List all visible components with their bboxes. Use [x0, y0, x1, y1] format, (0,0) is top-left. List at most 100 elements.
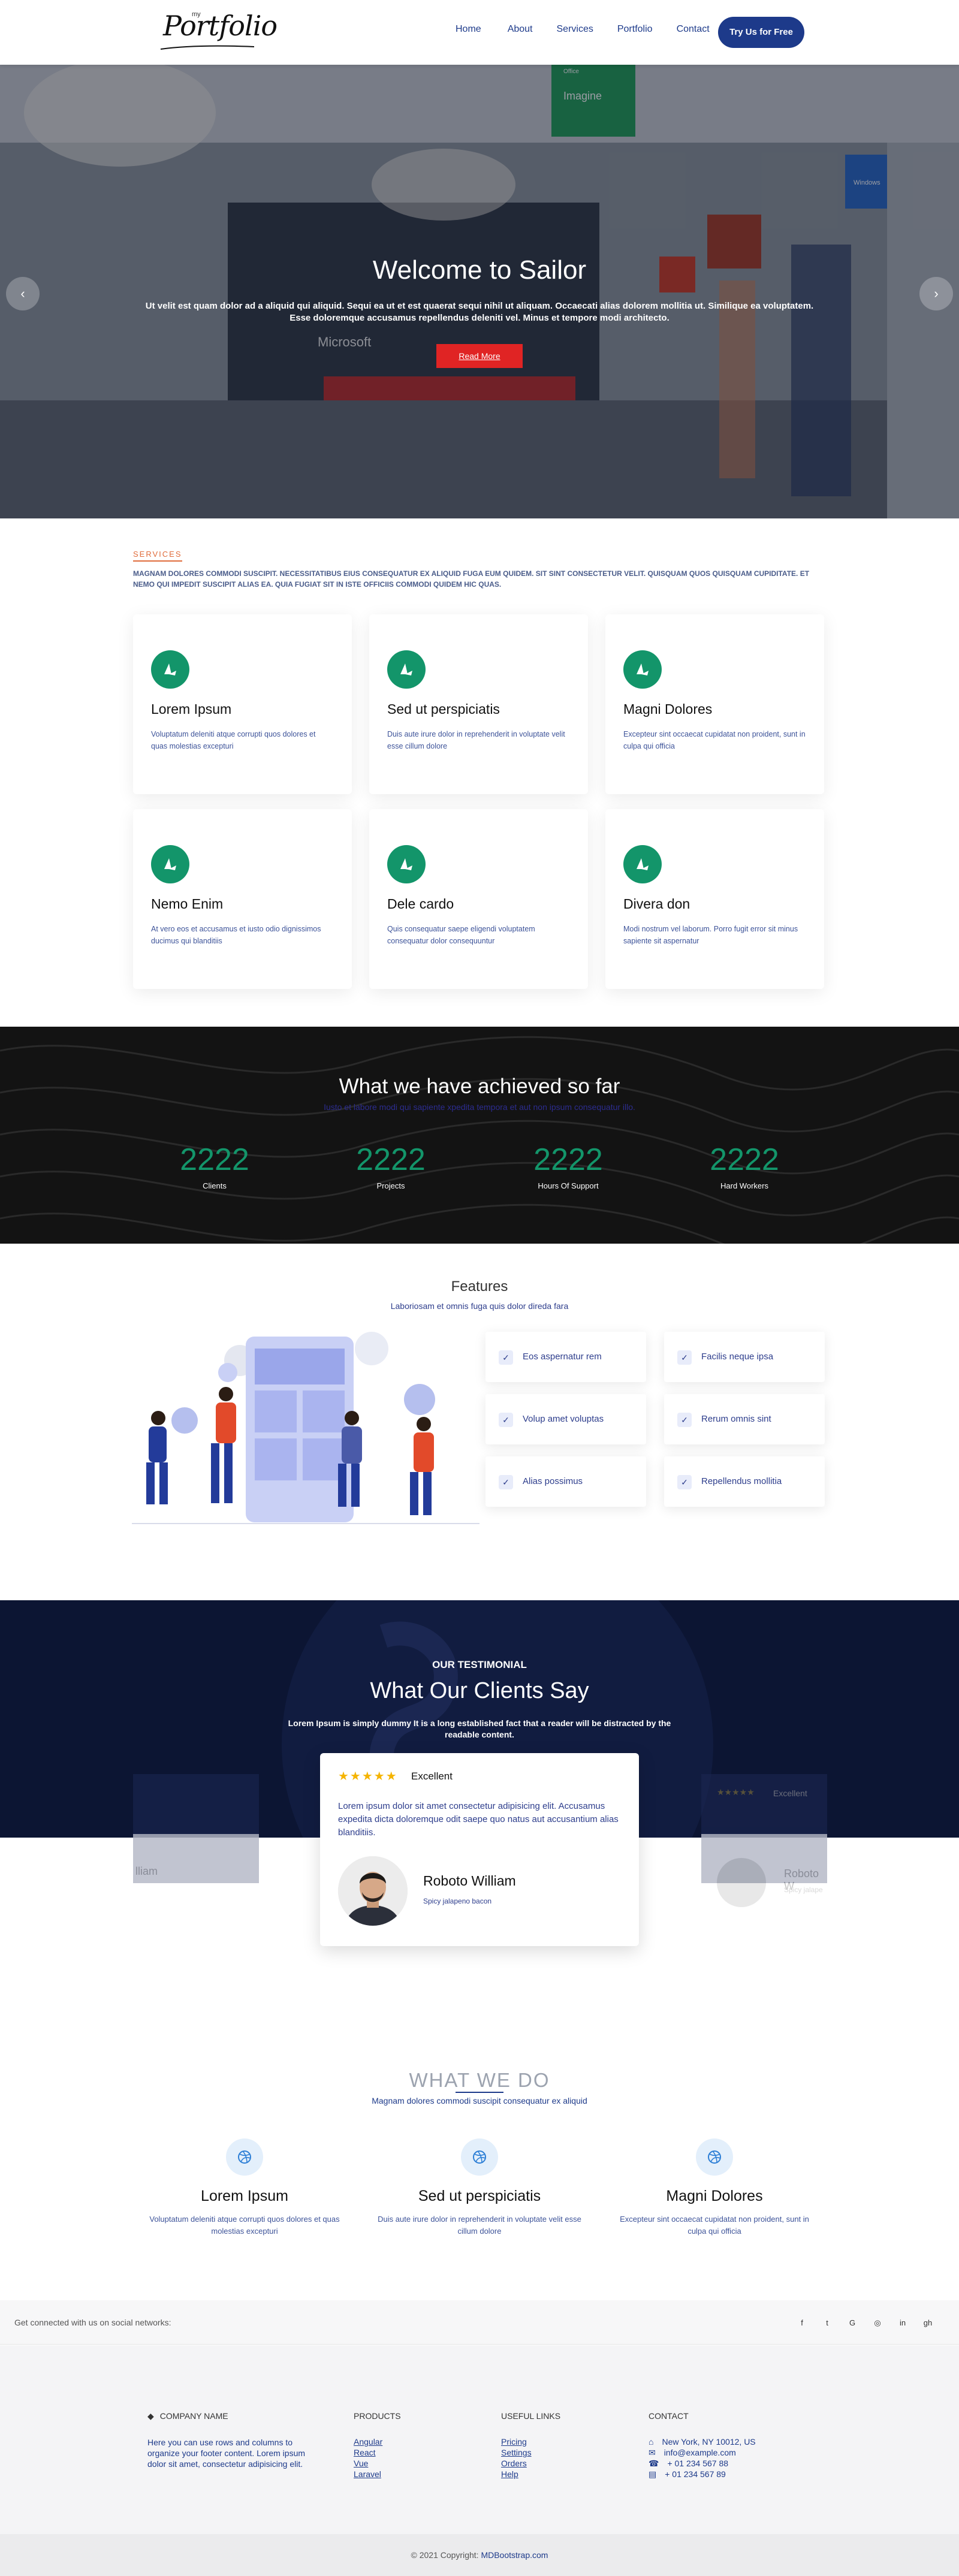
- service-text: Excepteur sint occaecat cupidatat non pr…: [623, 730, 806, 750]
- title-underline: [456, 2092, 503, 2093]
- footer-link-react[interactable]: React: [354, 2447, 401, 2458]
- facebook-icon[interactable]: f: [795, 2316, 809, 2330]
- copyright-link[interactable]: MDBootstrap.com: [481, 2550, 548, 2560]
- service-text: Quis consequatur saepe eligendi voluptat…: [387, 925, 535, 945]
- whatwedo-item-text: Excepteur sint occaecat cupidatat non pr…: [620, 2215, 809, 2236]
- feature-label: Repellendus mollitia: [701, 1476, 782, 1486]
- github-icon[interactable]: gh: [921, 2316, 935, 2330]
- ghost-name: lliam: [135, 1865, 158, 1877]
- stats-title: What we have achieved so far: [339, 1075, 620, 1098]
- contact-address: ⌂ New York, NY 10012, US: [649, 2437, 756, 2447]
- footer-contact: CONTACT ⌂ New York, NY 10012, US ✉ info@ex…: [649, 2411, 756, 2480]
- footer-link-laravel[interactable]: Laravel: [354, 2469, 401, 2480]
- service-card[interactable]: Sed ut perspiciatis Duis aute irure dolo…: [369, 614, 588, 794]
- social-bar: Get connected with us on social networks…: [0, 2300, 959, 2345]
- service-card[interactable]: Magni Dolores Excepteur sint occaecat cu…: [605, 614, 824, 794]
- logo[interactable]: my Portfolio: [157, 6, 278, 56]
- feature-label: Alias possimus: [523, 1476, 583, 1486]
- avatar: [717, 1858, 766, 1907]
- rating-stars: ★★★★★: [338, 1770, 398, 1783]
- stat-value: 2222: [710, 1142, 779, 1177]
- hero-overlay: [0, 65, 959, 518]
- linkedin-icon[interactable]: in: [895, 2316, 910, 2330]
- phone-icon: ☎: [649, 2459, 659, 2468]
- footer: ◆ COMPANY NAME Here you can use rows and …: [0, 2345, 959, 2534]
- copyright-text: © 2021 Copyright:: [411, 2550, 479, 2560]
- footer-link-orders[interactable]: Orders: [501, 2458, 560, 2469]
- nav-contact[interactable]: Contact: [677, 24, 710, 35]
- chevron-right-icon: ›: [934, 286, 939, 301]
- feature-item: ✓ Volup amet voluptas: [485, 1394, 646, 1444]
- testimonial-label: OUR TESTIMONIAL: [432, 1659, 527, 1670]
- client-name: Roboto William: [423, 1873, 516, 1889]
- testimonial-ghost-card-right-bottom: Roboto W Spicy jalape: [701, 1834, 827, 1948]
- instagram-icon[interactable]: ◎: [870, 2316, 885, 2330]
- logo-swoosh-icon: [160, 45, 255, 50]
- google-icon[interactable]: G: [845, 2316, 860, 2330]
- carousel-prev-button[interactable]: ‹: [6, 277, 40, 310]
- carousel-next-button[interactable]: ›: [919, 277, 953, 310]
- stat-workers: 2222 Hard Workers: [672, 1142, 816, 1190]
- service-card[interactable]: Nemo Enim At vero eos et accusamus et iu…: [133, 809, 352, 989]
- feature-label: Facilis neque ipsa: [701, 1352, 774, 1362]
- dribbble-icon: [461, 2138, 498, 2176]
- contact-email: ✉ info@example.com: [649, 2448, 736, 2457]
- feature-label: Rerum omnis sint: [701, 1414, 771, 1424]
- footer-useful-links: USEFUL LINKS Pricing Settings Orders Hel…: [501, 2411, 560, 2480]
- footer-link-help[interactable]: Help: [501, 2469, 560, 2480]
- service-card[interactable]: Lorem Ipsum Voluptatum deleniti atque co…: [133, 614, 352, 794]
- footer-link-vue[interactable]: Vue: [354, 2458, 401, 2469]
- service-text: Duis aute irure dolor in reprehenderit i…: [387, 730, 565, 750]
- whatwedo-title: WHAT WE DO: [409, 2069, 550, 2091]
- envelope-icon: ✉: [649, 2448, 656, 2457]
- service-card[interactable]: Dele cardo Quis consequatur saepe eligen…: [369, 809, 588, 989]
- feature-label: Volup amet voluptas: [523, 1414, 604, 1424]
- client-role: Spicy jalapeno bacon: [423, 1897, 492, 1905]
- service-title: Lorem Ipsum: [151, 701, 232, 717]
- features-subtitle: Laboriosam et omnis fuga quis dolor dire…: [390, 1301, 569, 1311]
- sailboat-icon: [387, 845, 426, 883]
- stat-projects: 2222 Projects: [319, 1142, 463, 1190]
- stat-value: 2222: [356, 1142, 426, 1177]
- whatwedo-item-text: Voluptatum deleniti atque corrupti quos …: [149, 2215, 340, 2236]
- rating-label: Excellent: [411, 1770, 453, 1782]
- hero-title: Welcome to Sailor: [372, 255, 587, 285]
- feature-item: ✓ Repellendus mollitia: [664, 1456, 825, 1507]
- contact-fax: ▤ + 01 234 567 89: [649, 2469, 726, 2479]
- footer-company-text: Here you can use rows and columns to org…: [147, 2438, 306, 2469]
- nav-menu: Home About Services Portfolio Contact: [456, 24, 734, 35]
- service-title: Dele cardo: [387, 896, 454, 912]
- stat-value: 2222: [180, 1142, 249, 1177]
- feature-item: ✓ Eos aspernatur rem: [485, 1332, 646, 1382]
- footer-link-pricing[interactable]: Pricing: [501, 2436, 560, 2447]
- whatwedo-item-title: Lorem Ipsum: [201, 2188, 288, 2204]
- service-text: Modi nostrum vel laborum. Porro fugit er…: [623, 925, 798, 945]
- stat-value: 2222: [533, 1142, 603, 1177]
- nav-home[interactable]: Home: [456, 24, 481, 35]
- wave-pattern: [0, 1036, 959, 1244]
- nav-portfolio[interactable]: Portfolio: [617, 24, 653, 35]
- services-label: SERVICES: [133, 550, 182, 562]
- footer-contact-title: CONTACT: [649, 2411, 689, 2421]
- service-card[interactable]: Divera don Modi nostrum vel laborum. Por…: [605, 809, 824, 989]
- read-more-button[interactable]: Read More: [436, 344, 523, 368]
- logo-text: Portfolio: [163, 10, 278, 42]
- chevron-left-icon: ‹: [20, 286, 25, 301]
- sailboat-icon: [151, 845, 189, 883]
- testimonial-intro: Lorem Ipsum is simply dummy It is a long…: [288, 1718, 671, 1739]
- twitter-icon[interactable]: t: [820, 2316, 834, 2330]
- copyright-bar: © 2021 Copyright: MDBootstrap.com: [0, 2534, 959, 2576]
- stat-label: Projects: [376, 1181, 405, 1190]
- nav-about[interactable]: About: [508, 24, 533, 35]
- social-text: Get connected with us on social networks…: [14, 2318, 171, 2327]
- check-icon: ✓: [677, 1350, 692, 1365]
- whatwedo-item-text: Duis aute irure dolor in reprehenderit i…: [378, 2215, 581, 2236]
- footer-link-settings[interactable]: Settings: [501, 2447, 560, 2458]
- testimonial-ghost-card-left-bottom: lliam: [133, 1834, 259, 1948]
- hero-text: Ut velit est quam dolor ad a aliquid qui…: [145, 301, 814, 323]
- footer-link-angular[interactable]: Angular: [354, 2436, 401, 2447]
- nav-services[interactable]: Services: [557, 24, 593, 35]
- check-icon: ✓: [499, 1350, 513, 1365]
- feature-label: Eos aspernatur rem: [523, 1352, 602, 1362]
- try-free-button[interactable]: Try Us for Free: [718, 17, 804, 48]
